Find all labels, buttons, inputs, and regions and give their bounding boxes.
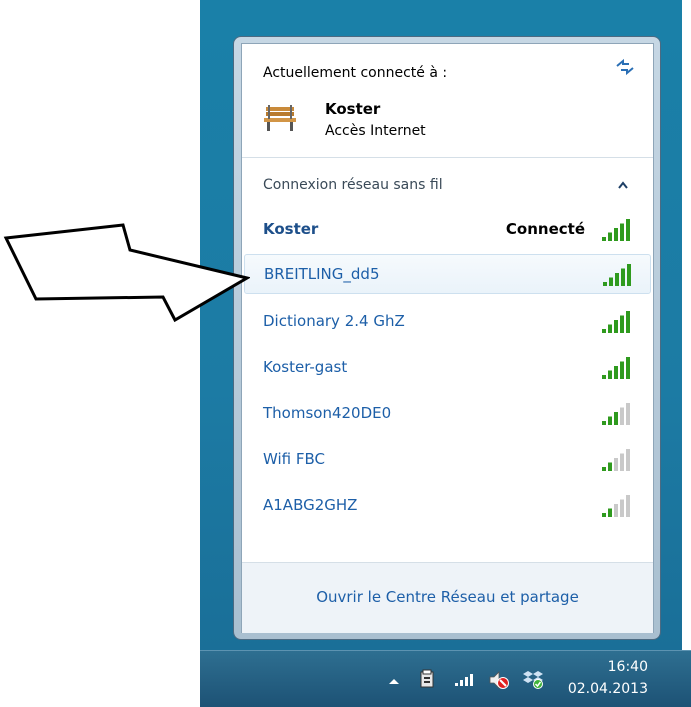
section-divider — [242, 157, 653, 158]
flyout-footer: Ouvrir le Centre Réseau et partage — [242, 562, 653, 633]
signal-bar — [621, 268, 625, 286]
signal-bar — [614, 458, 618, 471]
annotation-arrow — [3, 223, 250, 323]
network-name: Koster — [263, 220, 319, 238]
wireless-group-label[interactable]: Connexion réseau sans fil — [263, 177, 443, 193]
signal-strength-icon — [603, 264, 631, 286]
signal-bar — [620, 315, 624, 333]
signal-bar — [602, 467, 606, 471]
signal-bar — [626, 449, 630, 471]
show-hidden-icons-icon[interactable] — [388, 677, 400, 685]
signal-bar — [609, 277, 613, 286]
signal-bar — [615, 273, 619, 286]
signal-strength-icon — [602, 357, 630, 379]
network-row-dictionary[interactable]: Dictionary 2.4 GhZ — [242, 302, 653, 342]
bench-icon — [264, 105, 296, 131]
signal-bar — [602, 513, 606, 517]
signal-bar — [602, 375, 606, 379]
signal-bar — [602, 421, 606, 425]
current-connection-section: Actuellement connecté à : Koster Accès I… — [242, 44, 653, 156]
signal-bar — [608, 324, 612, 333]
signal-strength-icon — [602, 495, 630, 517]
clock-date[interactable]: 02.04.2013 — [558, 681, 648, 697]
signal-bar — [614, 412, 618, 425]
signal-bar — [602, 329, 606, 333]
signal-bar — [627, 264, 631, 286]
network-row-wifi-fbc[interactable]: Wifi FBC — [242, 440, 653, 480]
signal-bar — [626, 495, 630, 517]
signal-bar — [620, 499, 624, 517]
volume-muted-icon[interactable] — [488, 670, 510, 690]
network-name: Dictionary 2.4 GhZ — [263, 312, 405, 330]
dropbox-icon[interactable] — [522, 669, 544, 689]
signal-bar — [602, 237, 606, 241]
signal-bar — [608, 232, 612, 241]
signal-strength-icon — [602, 311, 630, 333]
network-row-koster[interactable]: Koster Connecté — [242, 210, 653, 250]
signal-bar — [620, 453, 624, 471]
chevron-up-icon[interactable] — [618, 181, 628, 189]
network-row-breitling[interactable]: BREITLING_dd5 — [244, 254, 651, 294]
signal-bar — [626, 357, 630, 379]
signal-bar — [626, 219, 630, 241]
signal-strength-icon — [602, 219, 630, 241]
signal-bar — [608, 370, 612, 379]
network-row-thomson[interactable]: Thomson420DE0 — [242, 394, 653, 434]
network-name: BREITLING_dd5 — [264, 265, 380, 283]
signal-bar — [614, 366, 618, 379]
network-name: Wifi FBC — [263, 450, 326, 468]
desktop-edge — [682, 0, 691, 650]
signal-bar — [620, 407, 624, 425]
current-connection-label: Actuellement connecté à : — [263, 65, 448, 81]
signal-bar — [608, 462, 612, 471]
taskbar: 16:40 02.04.2013 — [200, 650, 691, 707]
network-name: Koster-gast — [263, 358, 348, 376]
action-center-icon[interactable] — [419, 669, 435, 689]
signal-strength-icon — [602, 449, 630, 471]
signal-bar — [620, 223, 624, 241]
network-icon[interactable] — [454, 673, 474, 687]
open-network-center-link[interactable]: Ouvrir le Centre Réseau et partage — [242, 588, 653, 606]
refresh-icon[interactable] — [614, 58, 636, 76]
network-name: Thomson420DE0 — [263, 404, 392, 422]
wifi-flyout: Actuellement connecté à : Koster Accès I… — [241, 43, 654, 633]
signal-bar — [614, 228, 618, 241]
signal-bar — [614, 320, 618, 333]
signal-bar — [626, 403, 630, 425]
clock-time[interactable]: 16:40 — [578, 659, 648, 675]
signal-bar — [608, 508, 612, 517]
current-network-name: Koster — [325, 100, 381, 118]
signal-bar — [603, 282, 607, 286]
current-network-status: Accès Internet — [325, 123, 426, 139]
signal-strength-icon — [602, 403, 630, 425]
network-name: A1ABG2GHZ — [263, 496, 358, 514]
signal-bar — [626, 311, 630, 333]
network-status: Connecté — [505, 220, 585, 238]
network-row-koster-gast[interactable]: Koster-gast — [242, 348, 653, 388]
signal-bar — [608, 416, 612, 425]
network-row-a1abg2ghz[interactable]: A1ABG2GHZ — [242, 486, 653, 526]
signal-bar — [620, 361, 624, 379]
signal-bar — [614, 504, 618, 517]
